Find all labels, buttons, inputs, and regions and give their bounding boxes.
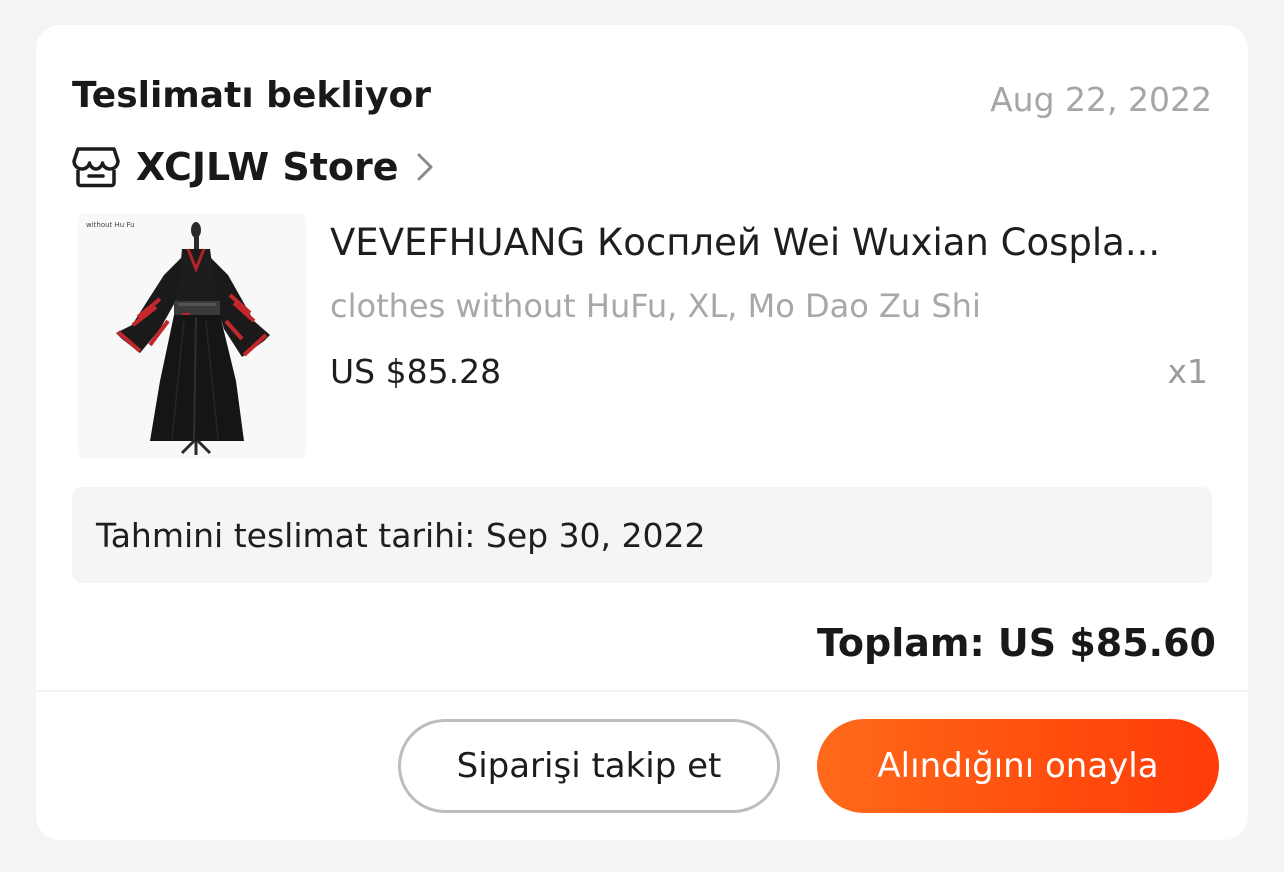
product-name[interactable]: VEVEFHUANG Косплей Wei Wuxian Cospla...	[330, 221, 1212, 264]
chevron-right-icon	[413, 149, 437, 185]
order-date: Aug 22, 2022	[990, 80, 1212, 119]
order-status: Teslimatı bekliyor	[72, 75, 431, 116]
order-total: Toplam: US $85.60	[817, 621, 1216, 665]
product-image-label: without Hu Fu	[86, 221, 135, 229]
product-image[interactable]: without Hu Fu	[78, 213, 306, 459]
delivery-estimate-box: Tahmini teslimat tarihi: Sep 30, 2022	[72, 487, 1212, 583]
store-name: XCJLW Store	[136, 145, 399, 189]
order-card: Teslimatı bekliyor Aug 22, 2022 XCJLW St…	[36, 25, 1248, 840]
divider	[36, 690, 1248, 692]
store-link[interactable]: XCJLW Store	[72, 141, 437, 193]
track-order-button[interactable]: Siparişi takip et	[398, 719, 780, 813]
delivery-estimate: Tahmini teslimat tarihi: Sep 30, 2022	[96, 515, 706, 555]
store-icon	[72, 145, 120, 189]
confirm-receipt-button[interactable]: Alındığını onayla	[817, 719, 1219, 813]
product-quantity: x1	[1167, 352, 1208, 391]
product-variant: clothes without HuFu, XL, Mo Dao Zu Shi	[330, 287, 981, 325]
product-price: US $85.28	[330, 352, 502, 391]
